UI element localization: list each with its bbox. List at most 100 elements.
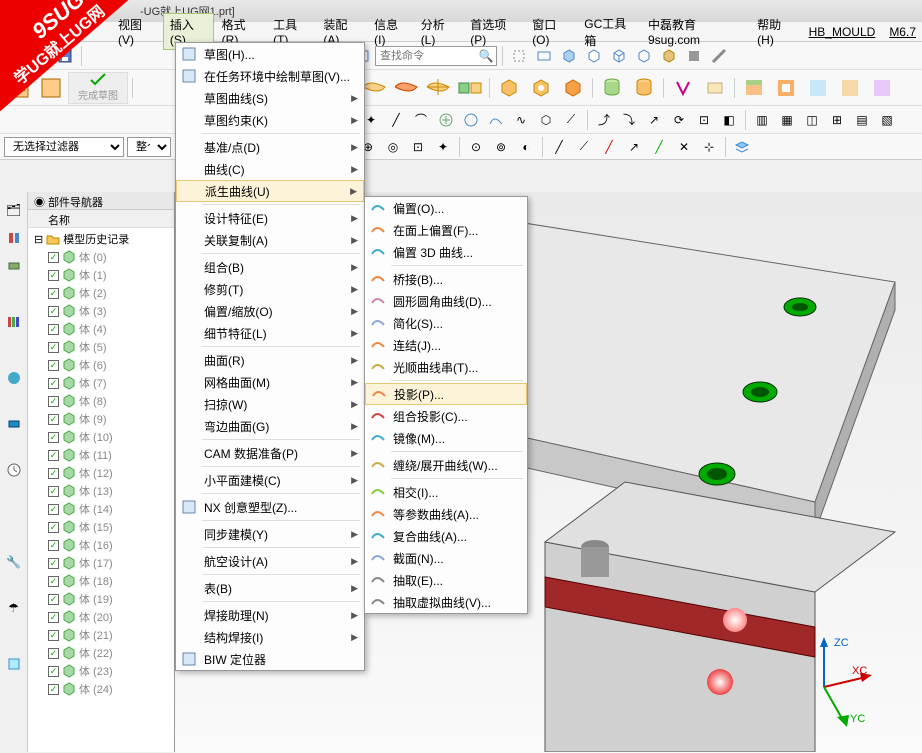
tree-item[interactable]: ✓体 (17) (30, 554, 172, 572)
t1-icon[interactable]: ▥ (751, 109, 773, 131)
new-icon[interactable] (4, 45, 26, 67)
rail-umbrella-icon[interactable]: ☂ (4, 598, 24, 618)
rail-hd-icon[interactable] (4, 414, 24, 434)
menu-item[interactable]: 扫掠(W)▶ (176, 393, 364, 415)
submenu-item[interactable]: 相交(I)... (365, 481, 527, 503)
menu-item[interactable]: 结构焊接(I)▶ (176, 626, 364, 648)
menu-item[interactable]: 网格曲面(M)▶ (176, 371, 364, 393)
pt-icon[interactable] (668, 73, 698, 103)
ang-icon[interactable]: ⟋ (560, 109, 582, 131)
surf4-icon[interactable] (455, 73, 485, 103)
rail-color-icon[interactable] (4, 506, 24, 526)
submenu-item[interactable]: 缠绕/展开曲线(W)... (365, 454, 527, 476)
sketch2-btn[interactable] (36, 73, 66, 103)
box2-icon[interactable] (526, 73, 556, 103)
submenu-item[interactable]: 桥接(B)... (365, 268, 527, 290)
tree-item[interactable]: ✓体 (15) (30, 518, 172, 536)
c6-icon[interactable]: ◧ (718, 109, 740, 131)
rail-assembly-icon[interactable]: 🗂 (4, 200, 24, 220)
menu-item[interactable]: 草图(H)... (176, 43, 364, 65)
tree-item[interactable]: ✓体 (0) (30, 248, 172, 266)
surf3-icon[interactable] (423, 73, 453, 103)
menu-item[interactable]: 在任务环境中绘制草图(V)... (176, 65, 364, 87)
layer-icon[interactable] (731, 136, 753, 158)
cube-solid-icon[interactable] (683, 45, 705, 67)
tree-item[interactable]: ✓体 (7) (30, 374, 172, 392)
rail-layer-icon[interactable] (4, 256, 24, 276)
fit-icon[interactable] (508, 45, 530, 67)
menu-item[interactable]: 关联复制(A)▶ (176, 229, 364, 251)
cyl1-icon[interactable] (597, 73, 627, 103)
cube-wire-icon[interactable] (608, 45, 630, 67)
submenu-item[interactable]: 连结(J)... (365, 334, 527, 356)
t4-icon[interactable]: ⊞ (826, 109, 848, 131)
c5-icon[interactable]: ⊡ (693, 109, 715, 131)
cube-hidden-icon[interactable] (633, 45, 655, 67)
rail-tool-icon[interactable]: 🔧 (4, 552, 24, 572)
tree-item[interactable]: ✓体 (24) (30, 680, 172, 698)
t6-icon[interactable]: ▧ (876, 109, 898, 131)
tree-item[interactable]: ✓体 (4) (30, 320, 172, 338)
plus-icon[interactable] (435, 109, 457, 131)
arc-icon[interactable]: ⌒ (410, 109, 432, 131)
curve2-icon[interactable]: ∿ (510, 109, 532, 131)
ln1-icon[interactable]: ╱ (385, 109, 407, 131)
submenu-item[interactable]: 等参数曲线(A)... (365, 503, 527, 525)
tree-item[interactable]: ✓体 (18) (30, 572, 172, 590)
submenu-item[interactable]: 偏置 3D 曲线... (365, 241, 527, 263)
submenu-item[interactable]: 组合投影(C)... (365, 405, 527, 427)
t2-icon[interactable]: ▦ (776, 109, 798, 131)
sn1-icon[interactable]: ╱ (548, 136, 570, 158)
tree-item[interactable]: ✓体 (23) (30, 662, 172, 680)
menu-item[interactable]: CAM 数据准备(P)▶ (176, 442, 364, 464)
tree-item[interactable]: ✓体 (9) (30, 410, 172, 428)
menu-item[interactable]: 组合(B)▶ (176, 256, 364, 278)
rail-sheet-icon[interactable] (4, 654, 24, 674)
t3-icon[interactable]: ◫ (801, 109, 823, 131)
sn7-icon[interactable]: ⊹ (698, 136, 720, 158)
edge-display-icon[interactable] (708, 45, 730, 67)
submenu-item[interactable]: 圆形圆角曲线(D)... (365, 290, 527, 312)
menu-item[interactable]: 草图曲线(S)▶ (176, 87, 364, 109)
mold3-icon[interactable] (803, 73, 833, 103)
rail-clock-icon[interactable] (4, 460, 24, 480)
tree-item[interactable]: ✓体 (19) (30, 590, 172, 608)
tree-item[interactable]: ✓体 (13) (30, 482, 172, 500)
pl-icon[interactable] (700, 73, 730, 103)
rail-web-icon[interactable] (4, 368, 24, 388)
menu-item[interactable]: 同步建模(Y)▶ (176, 523, 364, 545)
mold5-icon[interactable] (867, 73, 897, 103)
menu-item[interactable]: 焊接助理(N)▶ (176, 604, 364, 626)
sn4-icon[interactable]: ↗ (623, 136, 645, 158)
mold1-icon[interactable] (739, 73, 769, 103)
submenu-item[interactable]: 在面上偏置(F)... (365, 219, 527, 241)
cube1-icon[interactable] (558, 45, 580, 67)
tree-item[interactable]: ✓体 (3) (30, 302, 172, 320)
submenu-item[interactable]: 抽取(E)... (365, 569, 527, 591)
menu-item[interactable]: NX 创意塑型(Z)... (176, 496, 364, 518)
cyl2-icon[interactable] (629, 73, 659, 103)
model-tree[interactable]: ⊟模型历史记录✓体 (0)✓体 (1)✓体 (2)✓体 (3)✓体 (4)✓体 … (28, 228, 174, 700)
zoom-area-icon[interactable] (533, 45, 555, 67)
menu-item[interactable]: 弯边曲面(G)▶ (176, 415, 364, 437)
tree-item[interactable]: ✓体 (12) (30, 464, 172, 482)
mold2-icon[interactable] (771, 73, 801, 103)
tree-item[interactable]: ✓体 (11) (30, 446, 172, 464)
sel7-icon[interactable]: ◐ (515, 136, 537, 158)
sketch-btn[interactable] (4, 73, 34, 103)
sn2-icon[interactable]: ⟋ (573, 136, 595, 158)
menu-11[interactable]: 帮助(H) (751, 14, 800, 49)
tree-root[interactable]: ⊟模型历史记录 (30, 230, 172, 248)
search-icon[interactable]: 🔍 (476, 49, 496, 63)
menu-0[interactable]: 视图(V) (112, 14, 161, 49)
submenu-item[interactable]: 简化(S)... (365, 312, 527, 334)
menu-item[interactable]: 偏置/缩放(O)▶ (176, 300, 364, 322)
menu-item[interactable]: 表(B)▶ (176, 577, 364, 599)
menu-item[interactable]: 设计特征(E)▶ (176, 207, 364, 229)
circ-icon[interactable] (460, 109, 482, 131)
menu-13[interactable]: M6.7 (883, 23, 922, 41)
menu-5[interactable]: 信息(I) (368, 14, 413, 49)
tree-item[interactable]: ✓体 (1) (30, 266, 172, 284)
open-icon[interactable] (29, 45, 51, 67)
tree-item[interactable]: ✓体 (20) (30, 608, 172, 626)
